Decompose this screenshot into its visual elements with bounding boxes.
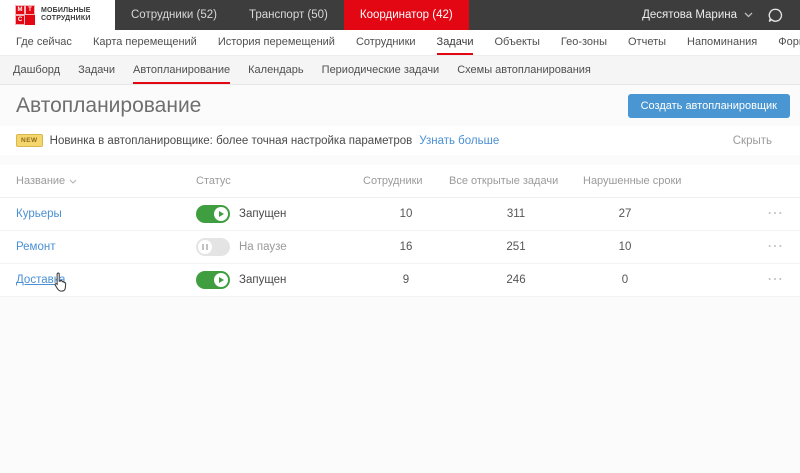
status-label: На паузе	[239, 241, 287, 253]
nav-item-6[interactable]: Гео-зоны	[561, 30, 607, 55]
nav-item-0[interactable]: Где сейчас	[16, 30, 72, 55]
row-actions-menu[interactable]: ⋯	[767, 206, 784, 222]
nav-item-8[interactable]: Напоминания	[687, 30, 757, 55]
hide-notice-link[interactable]: Скрыть	[733, 135, 784, 147]
brand-name-line1: МОБИЛЬНЫЕ	[41, 6, 91, 14]
top-tab-0[interactable]: Сотрудники (52)	[115, 0, 233, 30]
logo-letter: М	[15, 5, 25, 15]
learn-more-link[interactable]: Узнать больше	[419, 135, 499, 147]
autoplanner-name-link[interactable]: Доставка	[16, 274, 65, 286]
nav-item-9[interactable]: Формы	[778, 30, 800, 55]
toggle-knob	[198, 240, 212, 254]
page-title: Автопланирование	[16, 94, 202, 117]
column-header-violated: Нарушенные сроки	[583, 175, 682, 187]
subnav-item-1[interactable]: Задачи	[78, 56, 115, 84]
table-row: Доставка Запущен 9 246 0 ⋯	[0, 264, 800, 297]
violated-deadlines-count: 27	[618, 208, 632, 220]
table-header: Название Статус Сотрудники Все открытые …	[0, 165, 800, 198]
run-toggle[interactable]	[196, 271, 230, 289]
top-tabs: Сотрудники (52) Транспорт (50) Координатор…	[115, 0, 469, 30]
main-nav: Где сейчас Карта перемещений История перем…	[0, 30, 800, 56]
autoplanner-name-link[interactable]: Ремонт	[16, 241, 55, 253]
mts-logo-icon: М Т С	[15, 5, 35, 25]
subnav-item-3[interactable]: Календарь	[248, 56, 304, 84]
top-tab-1[interactable]: Транспорт (50)	[233, 0, 344, 30]
status-cell: Запущен	[196, 271, 363, 289]
notice-text: Новинка в автопланировщике: более точная…	[49, 134, 413, 147]
toggle-knob	[214, 273, 228, 287]
nav-item-1[interactable]: Карта перемещений	[93, 30, 197, 55]
page-head: Автопланирование Создать автопланировщик	[0, 85, 800, 126]
nav-item-3[interactable]: Сотрудники	[356, 30, 416, 55]
sub-nav: Дашборд Задачи Автопланирование Календарь Пе…	[0, 56, 800, 85]
main-content: Автопланирование Создать автопланировщик…	[0, 85, 800, 297]
brand-name-line2: СОТРУДНИКИ	[41, 15, 91, 22]
brand-logo[interactable]: М Т С МОБИЛЬНЫЕ СОТРУДНИКИ	[0, 0, 115, 30]
status-label: Запущен	[239, 274, 287, 286]
logo-letter: С	[15, 15, 25, 25]
nav-item-4[interactable]: Задачи	[436, 30, 473, 55]
toggle-knob	[214, 207, 228, 221]
column-header-status: Статус	[196, 175, 231, 187]
autoplanners-table: Название Статус Сотрудники Все открытые …	[0, 165, 800, 297]
table-row: Ремонт На паузе 16 251 10 ⋯	[0, 231, 800, 264]
run-toggle[interactable]	[196, 205, 230, 223]
subnav-item-2[interactable]: Автопланирование	[133, 56, 231, 84]
column-header-open-tasks: Все открытые задачи	[449, 175, 559, 187]
subnav-item-5[interactable]: Схемы автопланирования	[457, 56, 591, 84]
app: М Т С МОБИЛЬНЫЕ СОТРУДНИКИ Сотрудники (5…	[0, 0, 800, 297]
status-cell: Запущен	[196, 205, 363, 223]
row-actions-menu[interactable]: ⋯	[767, 239, 784, 255]
autoplanner-name-link[interactable]: Курьеры	[16, 208, 62, 220]
new-badge: NEW	[16, 134, 43, 147]
column-header-name-label: Название	[16, 175, 66, 187]
nav-item-2[interactable]: История перемещений	[218, 30, 335, 55]
user-menu[interactable]: Десятова Марина	[642, 9, 753, 21]
toggle-state-icon	[219, 211, 224, 217]
nav-item-5[interactable]: Объекты	[494, 30, 539, 55]
table-row: Курьеры Запущен 10 311 27 ⋯	[0, 198, 800, 231]
open-tasks-count: 311	[506, 208, 526, 220]
topbar-dark-area: Сотрудники (52) Транспорт (50) Координатор…	[115, 0, 800, 30]
violated-deadlines-count: 10	[618, 241, 632, 253]
nav-item-7[interactable]: Отчеты	[628, 30, 666, 55]
table-body: Курьеры Запущен 10 311 27 ⋯ Ремонт На па…	[0, 198, 800, 297]
chat-icon[interactable]	[767, 7, 784, 24]
topbar: М Т С МОБИЛЬНЫЕ СОТРУДНИКИ Сотрудники (5…	[0, 0, 800, 30]
row-actions-menu[interactable]: ⋯	[767, 272, 784, 288]
column-header-employees: Сотрудники	[363, 175, 423, 187]
create-autoplanner-button[interactable]: Создать автопланировщик	[627, 94, 790, 118]
topbar-right: Десятова Марина	[642, 0, 800, 30]
sort-chevron-icon	[69, 179, 77, 184]
employees-count: 16	[399, 241, 413, 253]
open-tasks-count: 246	[506, 274, 526, 286]
top-tab-2[interactable]: Координатор (42)	[343, 0, 469, 30]
employees-count: 9	[402, 274, 410, 286]
subnav-item-0[interactable]: Дашборд	[13, 56, 60, 84]
column-header-name[interactable]: Название	[16, 175, 196, 187]
chevron-down-icon	[744, 12, 753, 18]
brand-name: МОБИЛЬНЫЕ СОТРУДНИКИ	[41, 7, 91, 24]
toggle-state-icon	[202, 244, 208, 250]
run-toggle[interactable]	[196, 238, 230, 256]
status-label: Запущен	[239, 208, 287, 220]
notice-bar: NEW Новинка в автопланировщике: более то…	[0, 126, 800, 155]
subnav-item-4[interactable]: Периодические задачи	[322, 56, 440, 84]
toggle-state-icon	[219, 277, 224, 283]
violated-deadlines-count: 0	[621, 274, 629, 286]
open-tasks-count: 251	[506, 241, 526, 253]
status-cell: На паузе	[196, 238, 363, 256]
employees-count: 10	[399, 208, 413, 220]
user-name: Десятова Марина	[642, 9, 737, 21]
logo-letter: Т	[25, 5, 35, 15]
